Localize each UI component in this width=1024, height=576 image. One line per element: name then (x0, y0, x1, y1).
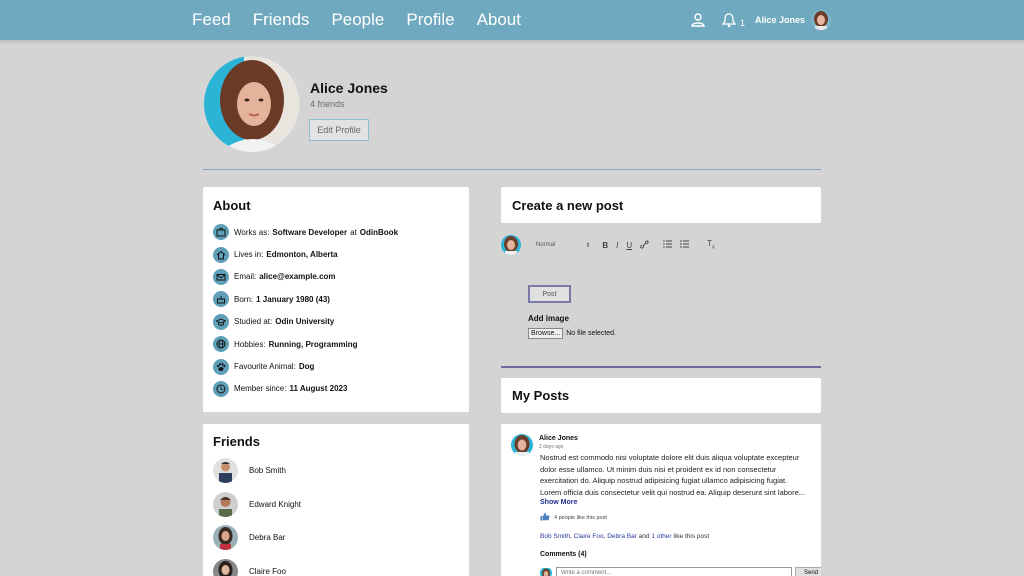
friend-avatar (213, 525, 238, 551)
about-row-email: Email: alice@example.com (213, 266, 459, 288)
comments-label: Comments (4) (540, 551, 587, 558)
link-icon[interactable] (640, 240, 649, 251)
nav-links: Feed Friends People Profile About (192, 0, 543, 40)
friend-name[interactable]: Debra Bar (249, 533, 285, 542)
friend-item[interactable]: Claire Foo (213, 555, 459, 576)
post-card: Alice Jones 2 days ago Nostrud est commo… (501, 424, 821, 576)
top-navbar: Feed Friends People Profile About 1 Alic… (0, 0, 1024, 40)
liker-others-link[interactable]: 1 other (651, 533, 671, 540)
globe-icon (213, 336, 229, 353)
composer-avatar (501, 235, 521, 255)
nav-link-feed[interactable]: Feed (192, 10, 231, 30)
post-body: Nostrud est commodo nisi voluptate dolor… (540, 453, 806, 498)
post-author-avatar[interactable] (511, 434, 533, 456)
create-post-title: Create a new post (512, 198, 624, 213)
profile-photo (204, 56, 300, 152)
briefcase-icon (213, 224, 229, 241)
comment-input[interactable] (556, 567, 792, 576)
browse-button[interactable]: Browse... (528, 328, 564, 339)
friend-requests-icon[interactable] (690, 11, 708, 29)
notification-count: 1 (739, 18, 745, 28)
liker-link[interactable]: Debra Bar (607, 533, 637, 540)
friend-avatar (213, 458, 238, 484)
select-arrows-icon[interactable]: ⇕ (585, 242, 590, 249)
nav-link-profile[interactable]: Profile (406, 10, 454, 30)
nav-link-friends[interactable]: Friends (253, 10, 310, 30)
friend-item[interactable]: Bob Smith (213, 454, 459, 488)
thumbs-up-icon[interactable] (540, 512, 550, 523)
friend-name[interactable]: Edward Knight (249, 500, 301, 509)
nav-right: 1 Alice Jones (690, 0, 831, 40)
likers-text: Bob Smith, Claire Foo, Debra Bar and 1 o… (540, 533, 710, 540)
bell-icon[interactable] (720, 11, 738, 29)
about-title: About (213, 198, 251, 213)
friends-card: Friends Bob Smith Edward Knight Debra Ba… (203, 424, 469, 576)
nav-link-people[interactable]: People (331, 10, 384, 30)
comment-composer: Send (540, 567, 821, 576)
edit-profile-button[interactable]: Edit Profile (309, 119, 369, 141)
bullet-list-icon[interactable] (680, 240, 690, 250)
friends-title: Friends (213, 434, 260, 449)
divider (203, 169, 821, 170)
nav-link-about[interactable]: About (477, 10, 521, 30)
likes-count: 4 people like this post (554, 514, 607, 521)
friend-avatar (213, 491, 238, 517)
nav-avatar[interactable] (811, 10, 831, 30)
liker-link[interactable]: Claire Foo (574, 533, 604, 540)
about-row-studied: Studied at: Odin University (213, 311, 459, 333)
profile-friends-count: 4 friends (310, 99, 345, 109)
about-row-animal: Favourite Animal: Dog (213, 355, 459, 377)
bold-icon[interactable]: B (602, 241, 608, 250)
friend-name[interactable]: Bob Smith (249, 466, 286, 475)
like-row: 4 people like this post (540, 512, 607, 523)
post-button[interactable]: Post (528, 285, 571, 303)
post-author[interactable]: Alice Jones (539, 435, 578, 442)
send-comment-button[interactable]: Send (795, 567, 821, 576)
about-row-born: Born: 1 January 1980 (43) (213, 288, 459, 310)
my-posts-title: My Posts (512, 388, 570, 403)
home-icon (213, 246, 229, 263)
my-posts-card: My Posts (501, 378, 821, 413)
nav-user-name[interactable]: Alice Jones (755, 15, 805, 25)
friend-item[interactable]: Debra Bar (213, 521, 459, 555)
graduation-cap-icon (213, 313, 229, 330)
birthday-cake-icon (213, 291, 229, 308)
clear-format-icon[interactable]: Tx (707, 239, 714, 251)
about-row-location: Lives in: Edmonton, Alberta (213, 243, 459, 265)
comment-avatar (540, 567, 552, 576)
email-icon (213, 268, 229, 285)
file-picker: Browse... No file selected. (528, 328, 616, 339)
editor-toolbar: Normal ⇕ B I U Tx (501, 234, 723, 256)
about-row-hobbies: Hobbies: Running, Programming (213, 333, 459, 355)
paw-icon (213, 358, 229, 375)
italic-icon[interactable]: I (616, 241, 618, 250)
underline-icon[interactable]: U (626, 241, 632, 250)
about-row-work: Works as: Software Developer at OdinBook (213, 221, 459, 243)
format-select[interactable]: Normal (536, 242, 555, 248)
friend-item[interactable]: Edward Knight (213, 488, 459, 522)
about-card: About Works as: Software Developer at Od… (203, 187, 469, 412)
friend-name[interactable]: Claire Foo (249, 567, 286, 576)
create-post-card: Create a new post (501, 187, 821, 223)
file-status: No file selected. (566, 330, 616, 337)
show-more-link[interactable]: Show More (540, 499, 577, 506)
friend-avatar (213, 558, 238, 576)
divider (501, 366, 821, 368)
post-timestamp: 2 days ago (539, 444, 564, 450)
about-row-member-since: Member since: 11 August 2023 (213, 378, 459, 400)
add-image-label: Add image (528, 314, 569, 323)
clock-icon (213, 380, 229, 397)
liker-link[interactable]: Bob Smith (540, 533, 570, 540)
profile-name: Alice Jones (310, 80, 388, 96)
ordered-list-icon[interactable] (663, 240, 673, 250)
